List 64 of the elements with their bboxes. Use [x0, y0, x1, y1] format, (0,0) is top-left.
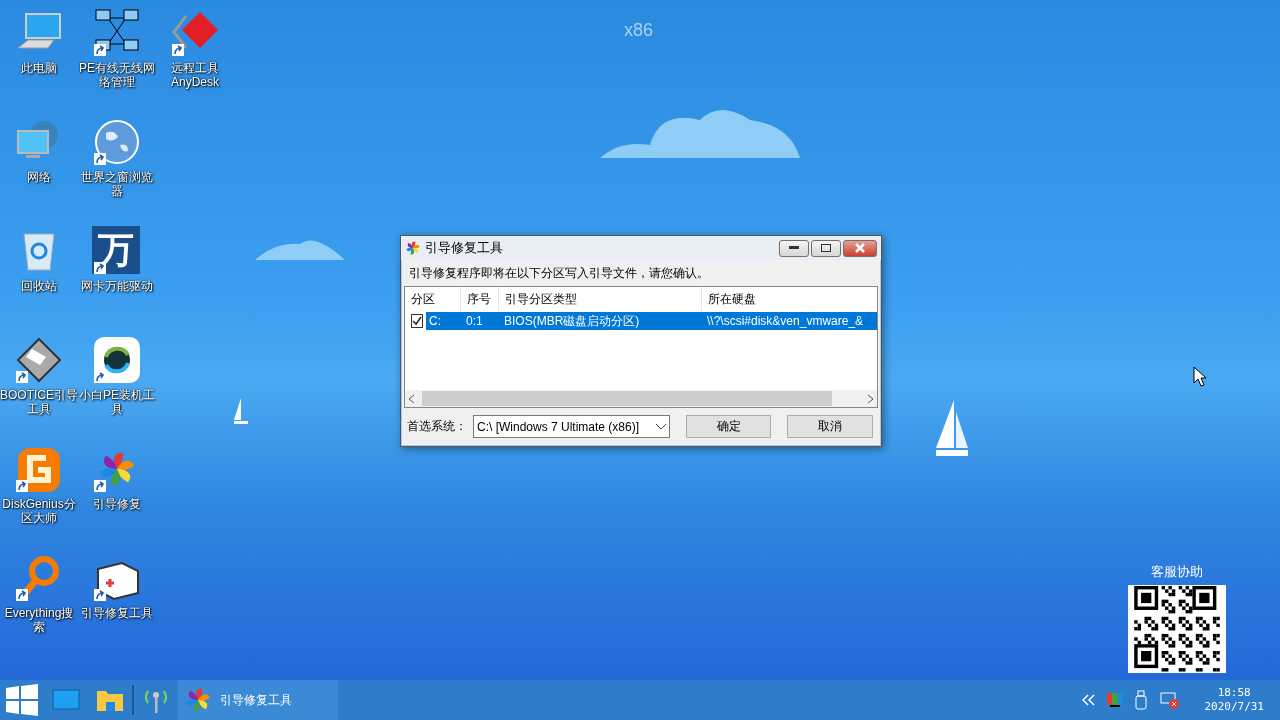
field-label: 首选系统： [407, 418, 467, 435]
dialog-button[interactable]: 确定 [685, 415, 772, 438]
desktop-icon-label[interactable]: 引导修复 [78, 497, 156, 511]
desktop-icon-label[interactable]: 世界之窗浏览器 [78, 170, 156, 198]
maximize-icon [821, 244, 831, 252]
dialog-message: 引导修复程序即将在以下分区写入引导文件，请您确认。 [408, 265, 710, 282]
desktop-icon-label[interactable]: 远程工具 AnyDesk [156, 61, 234, 89]
desktop-icon-label[interactable]: Everything搜索 [0, 606, 78, 634]
system-dropdown[interactable]: C:\ [Windows 7 Ultimate (x86)] [473, 415, 670, 438]
desktop-icon-label[interactable]: PE有线无线网络管理 [78, 61, 156, 89]
shortcut-arrow-icon [94, 44, 106, 56]
shortcut-arrow-icon [16, 480, 28, 492]
maximize-button[interactable] [811, 239, 841, 257]
checkbox[interactable] [411, 314, 423, 328]
table-cell-text: 0:1 [465, 313, 484, 330]
table-cell-text: C: [428, 313, 442, 330]
desktop-icon-label[interactable]: BOOTICE引导工具 [0, 388, 78, 416]
shortcut-arrow-icon [16, 371, 28, 383]
network-error-icon[interactable] [1160, 691, 1181, 709]
table-row[interactable]: C: 0:1 BIOS(MBR磁盘启动分区) \\?\scsi#disk&ven_vmware_& [426, 312, 877, 330]
desktop-icon-label[interactable]: 网卡万能驱动 [78, 279, 156, 293]
minimize-icon [789, 246, 799, 250]
column-header[interactable]: 所在硬盘 [702, 287, 877, 311]
monitor-icon [52, 689, 80, 711]
folder-icon [96, 688, 124, 712]
column-header[interactable]: 序号 [461, 287, 499, 311]
clock-time: 18:58 [1217, 686, 1251, 700]
mouse-cursor-icon [1193, 366, 1209, 388]
shortcut-arrow-icon [94, 371, 106, 383]
minimize-button[interactable] [779, 239, 809, 257]
desktop-icon-label[interactable]: 小白PE装机工具 [78, 388, 156, 416]
sync-icon [92, 335, 142, 385]
column-header[interactable]: 引导分区类型 [499, 287, 702, 311]
table-cell-text: BIOS(MBR磁盘启动分区) [503, 313, 641, 330]
desktop-icon-label[interactable]: 网络 [0, 170, 78, 184]
sailboat-icon [233, 398, 249, 426]
column-header[interactable]: 分区 [405, 287, 461, 311]
wallpaper-label: x86 [624, 20, 654, 41]
window-title: 引导修复工具 [425, 239, 504, 257]
taskbar-app-button[interactable]: 引导修复工具 [178, 680, 338, 720]
desktop-icon-label[interactable]: 回收站 [0, 279, 78, 293]
globe-icon [92, 117, 142, 167]
clock-date: 2020/7/31 [1204, 700, 1264, 714]
pinwheel-icon [405, 240, 421, 256]
shortcut-arrow-icon [94, 480, 106, 492]
color-monitor-icon[interactable] [1106, 692, 1125, 708]
pinwheel-icon [184, 686, 212, 714]
shortcut-arrow-icon [16, 589, 28, 601]
horizontal-scrollbar[interactable] [405, 390, 877, 407]
close-icon [855, 243, 865, 253]
windows-logo-icon [6, 684, 38, 716]
shortcut-arrow-icon [172, 44, 184, 56]
table-cell-text: \\?\scsi#disk&ven_vmware_& [706, 313, 865, 330]
qr-caption: 客服协助 [1151, 563, 1203, 581]
taskbar-divider [132, 685, 134, 715]
desktop-icon-label[interactable]: DiskGenius分区大师 [0, 497, 78, 525]
shortcut-arrow-icon [94, 153, 106, 165]
close-button[interactable] [843, 239, 877, 257]
shortcut-arrow-icon [94, 589, 106, 601]
desktop-icon-label[interactable]: 此电脑 [0, 61, 78, 75]
checkmark-icon [412, 316, 422, 326]
dialog-button[interactable]: 取消 [787, 415, 873, 438]
desktop-icon-label[interactable]: 引导修复工具 [78, 606, 156, 620]
chevron-left-icon[interactable] [1082, 693, 1097, 707]
